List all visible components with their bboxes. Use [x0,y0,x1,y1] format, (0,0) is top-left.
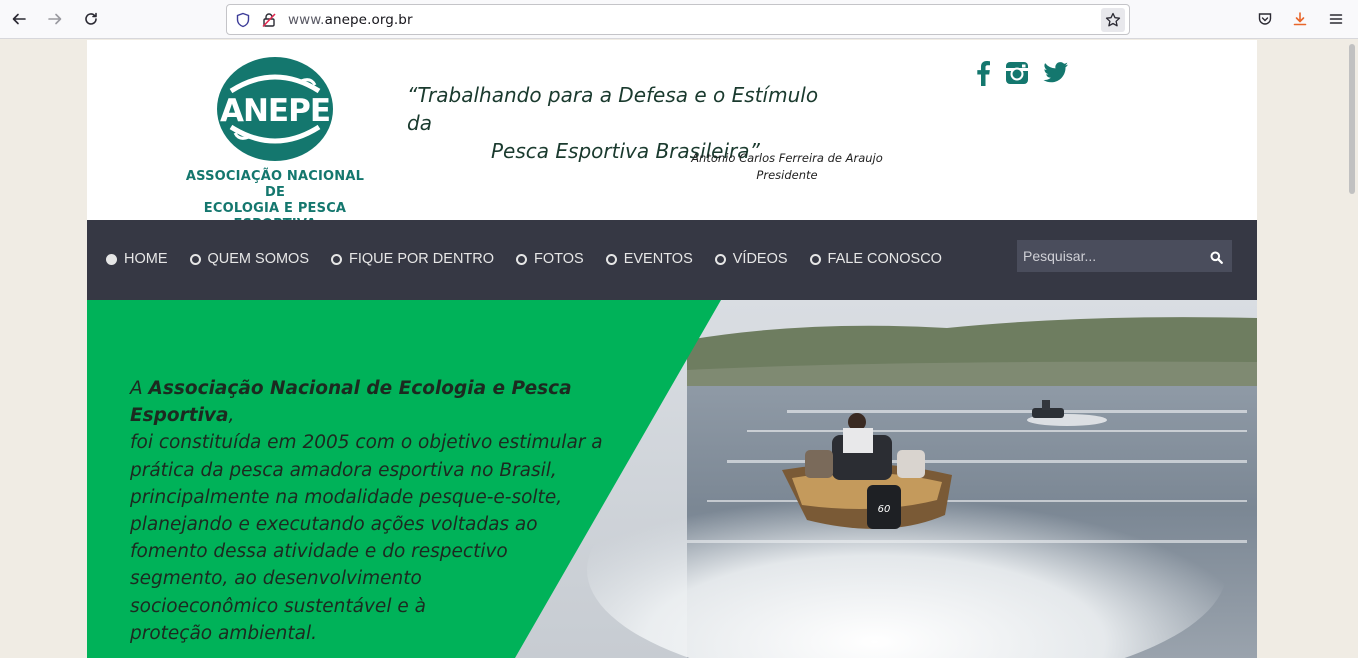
reload-button[interactable] [80,8,102,30]
url-prefix: www. [288,12,325,28]
back-arrow-icon [12,13,26,25]
search-box [1017,240,1232,272]
radio-dot-icon [516,253,528,265]
nav-item-fotos[interactable]: FOTOS [516,251,584,267]
search-button[interactable] [1210,249,1223,268]
nav-item-fale-conosco[interactable]: FALE CONOSCO [809,251,942,267]
star-icon [1105,12,1121,27]
nav-label: FALE CONOSCO [827,251,942,267]
search-input[interactable] [1017,240,1202,272]
boat-number: 60 [878,504,891,515]
logo-wordmark: ANEPE [220,93,330,129]
nav-label: HOME [124,251,168,267]
page-scrollbar[interactable] [1349,44,1355,194]
hero-line: principalmente na modalidade pesque-e-so… [130,486,563,508]
nav-label: VÍDEOS [732,251,788,267]
facebook-icon [977,61,990,86]
pocket-button[interactable] [1254,8,1276,30]
url-domain: anepe.org.br [324,12,413,28]
hero-line: planejando e executando ações voltadas a… [130,514,538,536]
forward-arrow-icon [48,13,62,25]
site-header: ANEPE ASSOCIAÇÃO NACIONAL DE ECOLOGIA E … [87,40,1257,232]
instagram-link[interactable] [1005,61,1029,89]
search-icon [1210,251,1223,264]
twitter-link[interactable] [1043,62,1069,88]
hero-org-name: Associação Nacional de Ecologia e Pesca … [130,378,572,427]
hero-line: fomento dessa atividade e do respectivo [130,541,508,563]
radio-dot-icon [809,253,821,265]
hero-banner: 60 A Associação Nacional de Ecologia e P… [87,300,1257,658]
signer-name: Antonio Carlos Ferreira de Araujo [691,151,883,165]
instagram-icon [1006,62,1028,84]
quote-signer: Antonio Carlos Ferreira de Araujo Presid… [677,150,897,184]
hero-text: A Associação Nacional de Ecologia e Pesc… [130,375,630,647]
browser-toolbar: www.anepe.org.br [0,0,1358,39]
reload-icon [85,12,97,25]
bookmark-button[interactable] [1101,8,1125,32]
main-nav: HOME QUEM SOMOS FIQUE POR DENTRO FOTOS E… [87,220,1257,300]
website: ANEPE ASSOCIAÇÃO NACIONAL DE ECOLOGIA E … [87,40,1257,658]
shield-icon[interactable] [235,12,251,28]
nav-list: HOME QUEM SOMOS FIQUE POR DENTRO FOTOS E… [106,251,964,267]
social-links [975,60,1069,90]
radio-dot-icon [714,253,726,265]
pocket-icon [1258,13,1272,25]
hero-line: socioeconômico sustentável e à [130,595,426,617]
insecure-lock-icon[interactable] [261,12,277,28]
hero-lead: A [130,378,149,399]
url-text[interactable]: www.anepe.org.br [288,12,413,28]
nav-label: EVENTOS [623,251,693,267]
nav-label: FIQUE POR DENTRO [349,251,495,267]
url-bar[interactable]: www.anepe.org.br [226,4,1130,35]
nav-item-videos[interactable]: VÍDEOS [714,251,788,267]
signer-role: Presidente [756,168,818,182]
radio-dot-icon [605,253,617,265]
quote-line1: “Trabalhando para a Defesa e o Estímulo … [407,83,819,135]
logo-emblem: ANEPE [217,57,333,161]
hero-line: foi constituída em 2005 com o objetivo e… [130,432,603,454]
menu-button[interactable] [1325,8,1347,30]
forward-button[interactable] [44,8,66,30]
twitter-icon [1043,62,1068,83]
hero-line: proteção ambiental. [130,622,317,644]
nav-label: FOTOS [534,251,584,267]
facebook-link[interactable] [975,60,991,90]
hamburger-menu-icon [1329,14,1343,24]
nav-item-home[interactable]: HOME [106,251,168,267]
radio-dot-icon [189,253,201,265]
hero-comma: , [228,405,235,427]
download-icon [1293,12,1307,26]
radio-dot-icon [331,253,343,265]
hero-line: segmento, ao desenvolvimento [130,568,422,590]
radio-dot-icon [106,253,117,265]
hero-line: prática da pesca amadora esportiva no Br… [130,459,557,481]
nav-item-fique-por-dentro[interactable]: FIQUE POR DENTRO [331,251,494,267]
back-button[interactable] [8,8,30,30]
downloads-button[interactable] [1289,8,1311,30]
nav-item-eventos[interactable]: EVENTOS [605,251,693,267]
logo-subtitle-line1: ASSOCIAÇÃO NACIONAL DE [185,169,365,200]
anepe-logo[interactable]: ANEPE [215,55,335,163]
nav-item-quem-somos[interactable]: QUEM SOMOS [189,251,310,267]
nav-label: QUEM SOMOS [207,251,310,267]
